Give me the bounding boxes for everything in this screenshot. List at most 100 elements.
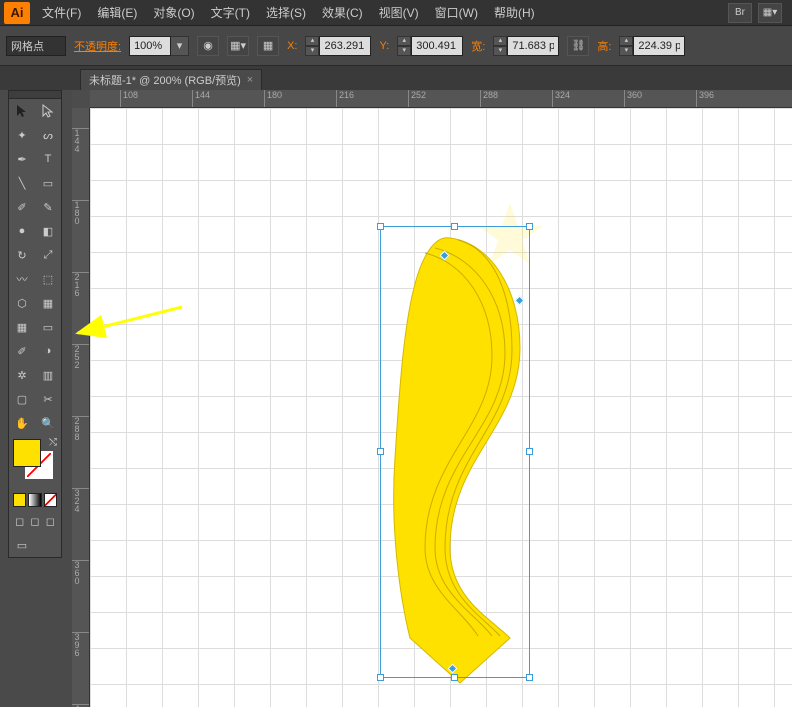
- slice-tool[interactable]: ✂: [35, 387, 61, 411]
- y-label: Y:: [379, 40, 389, 52]
- fill-color-swatch[interactable]: [13, 439, 41, 467]
- ruler-tick: 396: [72, 632, 89, 657]
- screen-mode[interactable]: ▭: [9, 533, 35, 557]
- draw-behind[interactable]: ◻: [28, 513, 41, 529]
- rotate-tool[interactable]: ↻: [9, 243, 35, 267]
- app-logo: Ai: [4, 2, 30, 24]
- toolbox-grip[interactable]: [9, 91, 61, 99]
- opacity-input[interactable]: [129, 36, 171, 56]
- close-icon[interactable]: ×: [247, 74, 253, 86]
- mesh-tool[interactable]: ▦: [9, 315, 35, 339]
- blob-brush-tool[interactable]: ●: [9, 219, 35, 243]
- h-up[interactable]: ▴: [619, 36, 633, 46]
- shape-builder-tool[interactable]: ⬡: [9, 291, 35, 315]
- color-mode-solid[interactable]: [13, 493, 26, 507]
- free-transform-tool[interactable]: ⬚: [35, 267, 61, 291]
- document-tab[interactable]: 未标题-1* @ 200% (RGB/预览) ×: [80, 69, 262, 90]
- width-tool[interactable]: 〰: [9, 267, 35, 291]
- toolbox: ✦ᔕ ✒T ╲▭ ✐✎ ●◧ ↻⤢ 〰⬚ ⬡▦ ▦▭ ✐◑ ✲▥ ▢✂ ✋🔍 ⤭…: [8, 90, 62, 558]
- ghost-star-shape: [470, 198, 550, 278]
- canvas[interactable]: [90, 108, 792, 707]
- color-mode-gradient[interactable]: [28, 493, 41, 507]
- lasso-tool[interactable]: ᔕ: [35, 123, 61, 147]
- arrange-button[interactable]: ▦▾: [758, 3, 782, 23]
- ruler-tick: 216: [336, 90, 354, 107]
- ruler-tick: 288: [480, 90, 498, 107]
- ruler-tick: 396: [696, 90, 714, 107]
- artwork-banana[interactable]: [380, 228, 540, 688]
- menu-bar: Ai 文件(F) 编辑(E) 对象(O) 文字(T) 选择(S) 效果(C) 视…: [0, 0, 792, 26]
- selection-tool[interactable]: [9, 99, 35, 123]
- eyedropper-tool[interactable]: ✐: [9, 339, 35, 363]
- type-tool[interactable]: T: [35, 147, 61, 171]
- artboard-tool[interactable]: ▢: [9, 387, 35, 411]
- w-down[interactable]: ▾: [493, 46, 507, 56]
- direct-selection-tool[interactable]: [35, 99, 61, 123]
- menu-type[interactable]: 文字(T): [203, 0, 258, 26]
- line-tool[interactable]: ╲: [9, 171, 35, 195]
- menu-help[interactable]: 帮助(H): [486, 0, 543, 26]
- width-label: 宽:: [471, 38, 485, 54]
- ruler-tick: 180: [264, 90, 282, 107]
- transparency-button[interactable]: ▦▾: [227, 36, 249, 56]
- ruler-tick: 324: [552, 90, 570, 107]
- swap-fill-stroke-icon[interactable]: ⤭: [49, 437, 57, 448]
- gradient-tool[interactable]: ▭: [35, 315, 61, 339]
- ruler-tick: 108: [120, 90, 138, 107]
- menu-object[interactable]: 对象(O): [145, 0, 202, 26]
- y-down[interactable]: ▾: [397, 46, 411, 56]
- rectangle-tool[interactable]: ▭: [35, 171, 61, 195]
- menu-file[interactable]: 文件(F): [34, 0, 89, 26]
- w-up[interactable]: ▴: [493, 36, 507, 46]
- tool-name-field[interactable]: [6, 36, 66, 56]
- menu-effect[interactable]: 效果(C): [314, 0, 371, 26]
- tool-name-display: [6, 36, 66, 56]
- h-down[interactable]: ▾: [619, 46, 633, 56]
- x-down[interactable]: ▾: [305, 46, 319, 56]
- perspective-grid-tool[interactable]: ▦: [35, 291, 61, 315]
- canvas-area: 108 144 180 216 252 288 324 360 396 144 …: [72, 90, 792, 707]
- graph-tool[interactable]: ▥: [35, 363, 61, 387]
- height-input[interactable]: [633, 36, 685, 56]
- menu-window[interactable]: 窗口(W): [427, 0, 486, 26]
- brush-tool[interactable]: ✐: [9, 195, 35, 219]
- color-mode-none[interactable]: [44, 493, 57, 507]
- document-tabs: 未标题-1* @ 200% (RGB/预览) ×: [0, 66, 792, 90]
- blend-tool[interactable]: ◑: [35, 339, 61, 363]
- options-bar: 不透明度: ▾ ◉ ▦▾ ▦ X: ▴▾ Y: ▴▾ 宽: ▴▾ ⛓ 高: ▴▾: [0, 26, 792, 66]
- hand-tool[interactable]: ✋: [9, 411, 35, 435]
- link-wh-button[interactable]: ⛓: [567, 36, 589, 56]
- fill-stroke-swatch[interactable]: ⤭: [9, 435, 61, 491]
- ruler-tick: 216: [72, 272, 89, 297]
- scale-tool[interactable]: ⤢: [35, 243, 61, 267]
- ruler-tick: 252: [408, 90, 426, 107]
- menu-edit[interactable]: 编辑(E): [89, 0, 145, 26]
- ruler-tick: 360: [624, 90, 642, 107]
- symbol-sprayer-tool[interactable]: ✲: [9, 363, 35, 387]
- opacity-dropdown[interactable]: ▾: [171, 36, 189, 56]
- x-input[interactable]: [319, 36, 371, 56]
- draw-inside[interactable]: ◻: [44, 513, 57, 529]
- menu-select[interactable]: 选择(S): [258, 0, 314, 26]
- recolor-button[interactable]: ◉: [197, 36, 219, 56]
- width-input[interactable]: [507, 36, 559, 56]
- vertical-ruler[interactable]: 144 180 216 252 288 324 360 396 432: [72, 108, 90, 707]
- x-up[interactable]: ▴: [305, 36, 319, 46]
- draw-normal[interactable]: ◻: [13, 513, 26, 529]
- ruler-tick: 288: [72, 416, 89, 441]
- ruler-tick: 144: [72, 128, 89, 153]
- align-button[interactable]: ▦: [257, 36, 279, 56]
- pencil-tool[interactable]: ✎: [35, 195, 61, 219]
- tab-title: 未标题-1* @ 200% (RGB/预览): [89, 72, 241, 88]
- y-up[interactable]: ▴: [397, 36, 411, 46]
- x-label: X:: [287, 40, 297, 52]
- eraser-tool[interactable]: ◧: [35, 219, 61, 243]
- horizontal-ruler[interactable]: 108 144 180 216 252 288 324 360 396: [90, 90, 792, 108]
- ruler-tick: 252: [72, 344, 89, 369]
- y-input[interactable]: [411, 36, 463, 56]
- menu-view[interactable]: 视图(V): [371, 0, 427, 26]
- pen-tool[interactable]: ✒: [9, 147, 35, 171]
- magic-wand-tool[interactable]: ✦: [9, 123, 35, 147]
- bridge-button[interactable]: Br: [728, 3, 752, 23]
- zoom-tool[interactable]: 🔍: [35, 411, 61, 435]
